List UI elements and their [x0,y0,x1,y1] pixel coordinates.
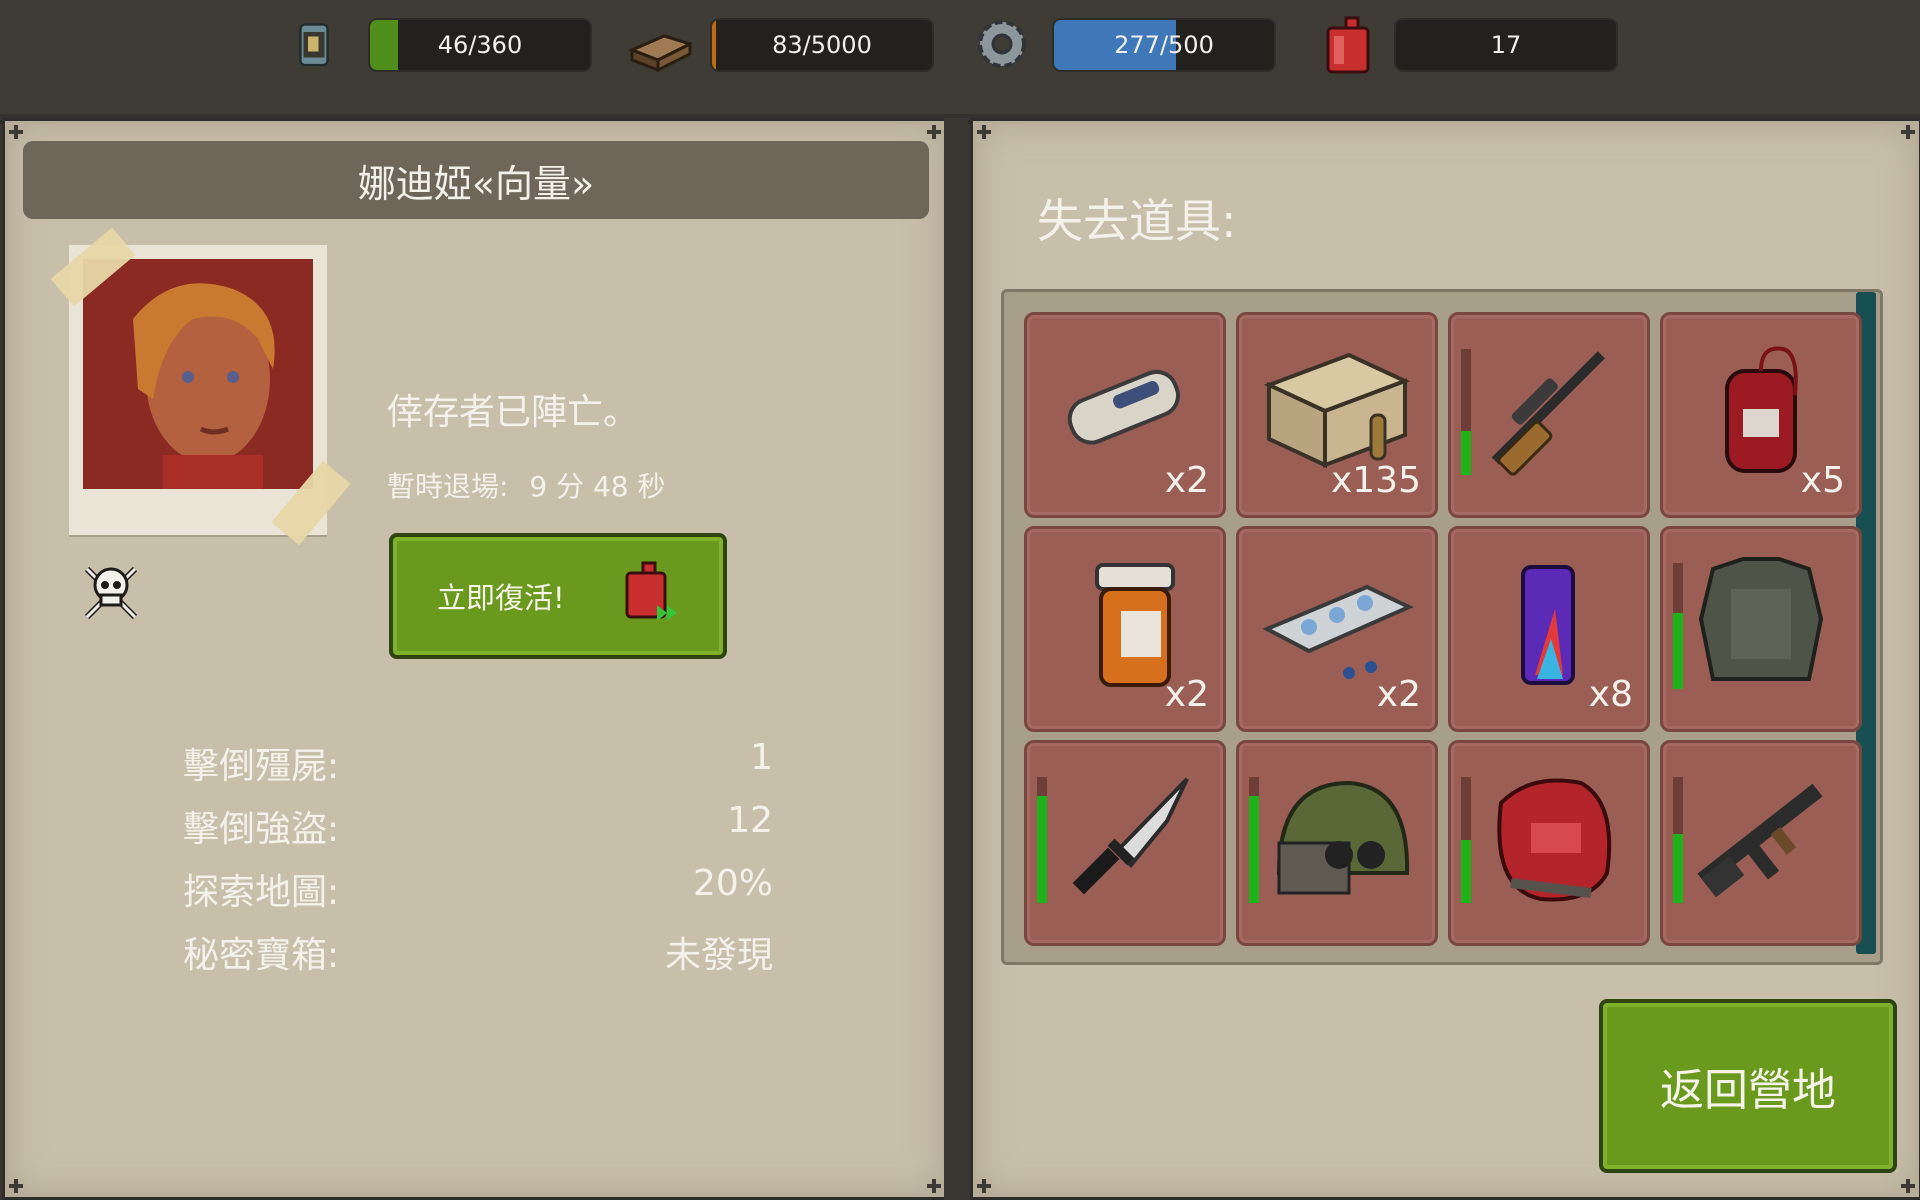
item-slot[interactable] [1024,740,1226,946]
durability-fill [1461,840,1471,903]
stat-row: 擊倒強盜: 12 [183,800,773,863]
assault-rifle-icon [1697,783,1823,898]
wood-planks-icon [628,34,692,73]
survivor-panel: 娜迪婭«向量» 倖存者已陣亡。 暫時退場: 9 分 48 秒 立即復活! 擊倒殭… [2,118,948,1200]
item-quantity: x135 [1330,460,1421,501]
durability-fill [1673,613,1683,689]
durability-fill [1673,833,1683,903]
fuel-value: 17 [1490,31,1522,59]
item-slot[interactable] [1236,740,1438,946]
skull-icon [84,566,138,620]
item-slot[interactable]: x135 [1236,312,1438,518]
item-slot[interactable]: x2 [1236,526,1438,732]
item-slot[interactable] [1660,740,1862,946]
panel-rivet [977,1179,991,1193]
stat-label: 秘密寶箱: [183,935,340,976]
stat-row: 探索地圖: 20% [183,863,773,926]
return-camp-button[interactable]: 返回營地 [1599,999,1897,1173]
stat-value: 12 [727,800,773,841]
revive-now-button[interactable]: 立即復活! [389,533,727,659]
timer-value: 9 分 48 秒 [529,470,666,503]
item-slot[interactable]: x8 [1448,526,1650,732]
item-quantity: x2 [1164,460,1209,501]
durability-bar [1249,777,1259,903]
fuel-box: 17 [1394,18,1618,72]
lost-items-grid: x2 x135 x5 x2 x2 x8 [1001,289,1883,965]
stat-value: 1 [750,737,773,778]
survivor-face-icon [83,259,313,489]
food-bar: 46/360 [368,18,592,72]
survivor-portrait [69,245,327,535]
combat-helmet-icon [1276,780,1410,895]
item-slot[interactable]: x5 [1660,312,1862,518]
gear-parts-icon [978,20,1026,68]
revive-timer: 暫時退場: 9 分 48 秒 [387,465,666,505]
durability-bar [1461,349,1471,475]
item-slot[interactable] [1660,526,1862,732]
fuel-revive-icon [625,561,677,621]
panel-rivet [9,1179,23,1193]
panel-rivet [1901,1179,1915,1193]
lost-items-panel: 失去道具: x2 x135 x5 x2 x2 x8 返回營地 [970,118,1920,1200]
stat-row: 擊倒殭屍: 1 [183,737,773,800]
revive-button-label: 立即復活! [437,581,565,615]
stats-list: 擊倒殭屍: 1 擊倒強盜: 12 探索地圖: 20% 秘密寶箱: 未發現 [183,737,773,989]
food-can-icon [299,23,329,67]
parts-bar: 277/500 [1052,18,1276,72]
stat-label: 探索地圖: [183,872,340,913]
resource-bar: 46/360 83/5000 277/500 17 [0,0,1920,124]
durability-bar [1461,777,1471,903]
resource-food: 46/360 [296,14,592,72]
food-value: 46/360 [437,31,523,59]
parts-value: 277/500 [1114,31,1214,59]
item-slot[interactable]: x2 [1024,312,1226,518]
timer-label: 暫時退場: [387,470,509,503]
wood-value: 83/5000 [772,31,872,59]
durability-bar [1673,777,1683,903]
durability-fill [1249,795,1259,903]
item-quantity: x2 [1376,674,1421,715]
item-quantity: x5 [1800,460,1845,501]
panel-rivet [927,1179,941,1193]
body-armor-icon [1698,557,1824,681]
sniper-rifle-icon [1491,351,1605,476]
portrait-image [83,259,313,489]
item-slot[interactable] [1448,740,1650,946]
durability-bar [1673,563,1683,689]
panel-divider [944,118,968,1200]
stat-value: 未發現 [664,935,773,976]
stat-value: 20% [692,863,773,904]
resource-parts: 277/500 [972,14,1276,72]
item-slot[interactable] [1448,312,1650,518]
combat-knife-icon [1072,777,1189,895]
stat-row: 秘密寶箱: 未發現 [183,926,773,989]
panel-rivet [927,125,941,139]
resource-wood: 83/5000 [628,14,934,73]
durability-fill [1461,430,1471,475]
resource-fuel: 17 [1320,14,1618,74]
stat-label: 擊倒殭屍: [183,746,340,787]
item-quantity: x8 [1588,674,1633,715]
fuel-canister-icon [1326,16,1370,74]
panel-rivet [977,125,991,139]
item-slot[interactable]: x2 [1024,526,1226,732]
survivor-name: 娜迪婭«向量» [23,141,929,219]
stat-label: 擊倒強盜: [183,809,340,850]
durability-bar [1037,777,1047,903]
item-quantity: x2 [1164,674,1209,715]
panel-rivet [1901,125,1915,139]
backpack-icon [1497,778,1612,902]
panel-rivet [9,125,23,139]
survivor-status: 倖存者已陣亡。 [387,392,640,433]
durability-fill [1037,795,1047,903]
lost-items-title: 失去道具: [1037,194,1237,248]
wood-bar: 83/5000 [710,18,934,72]
